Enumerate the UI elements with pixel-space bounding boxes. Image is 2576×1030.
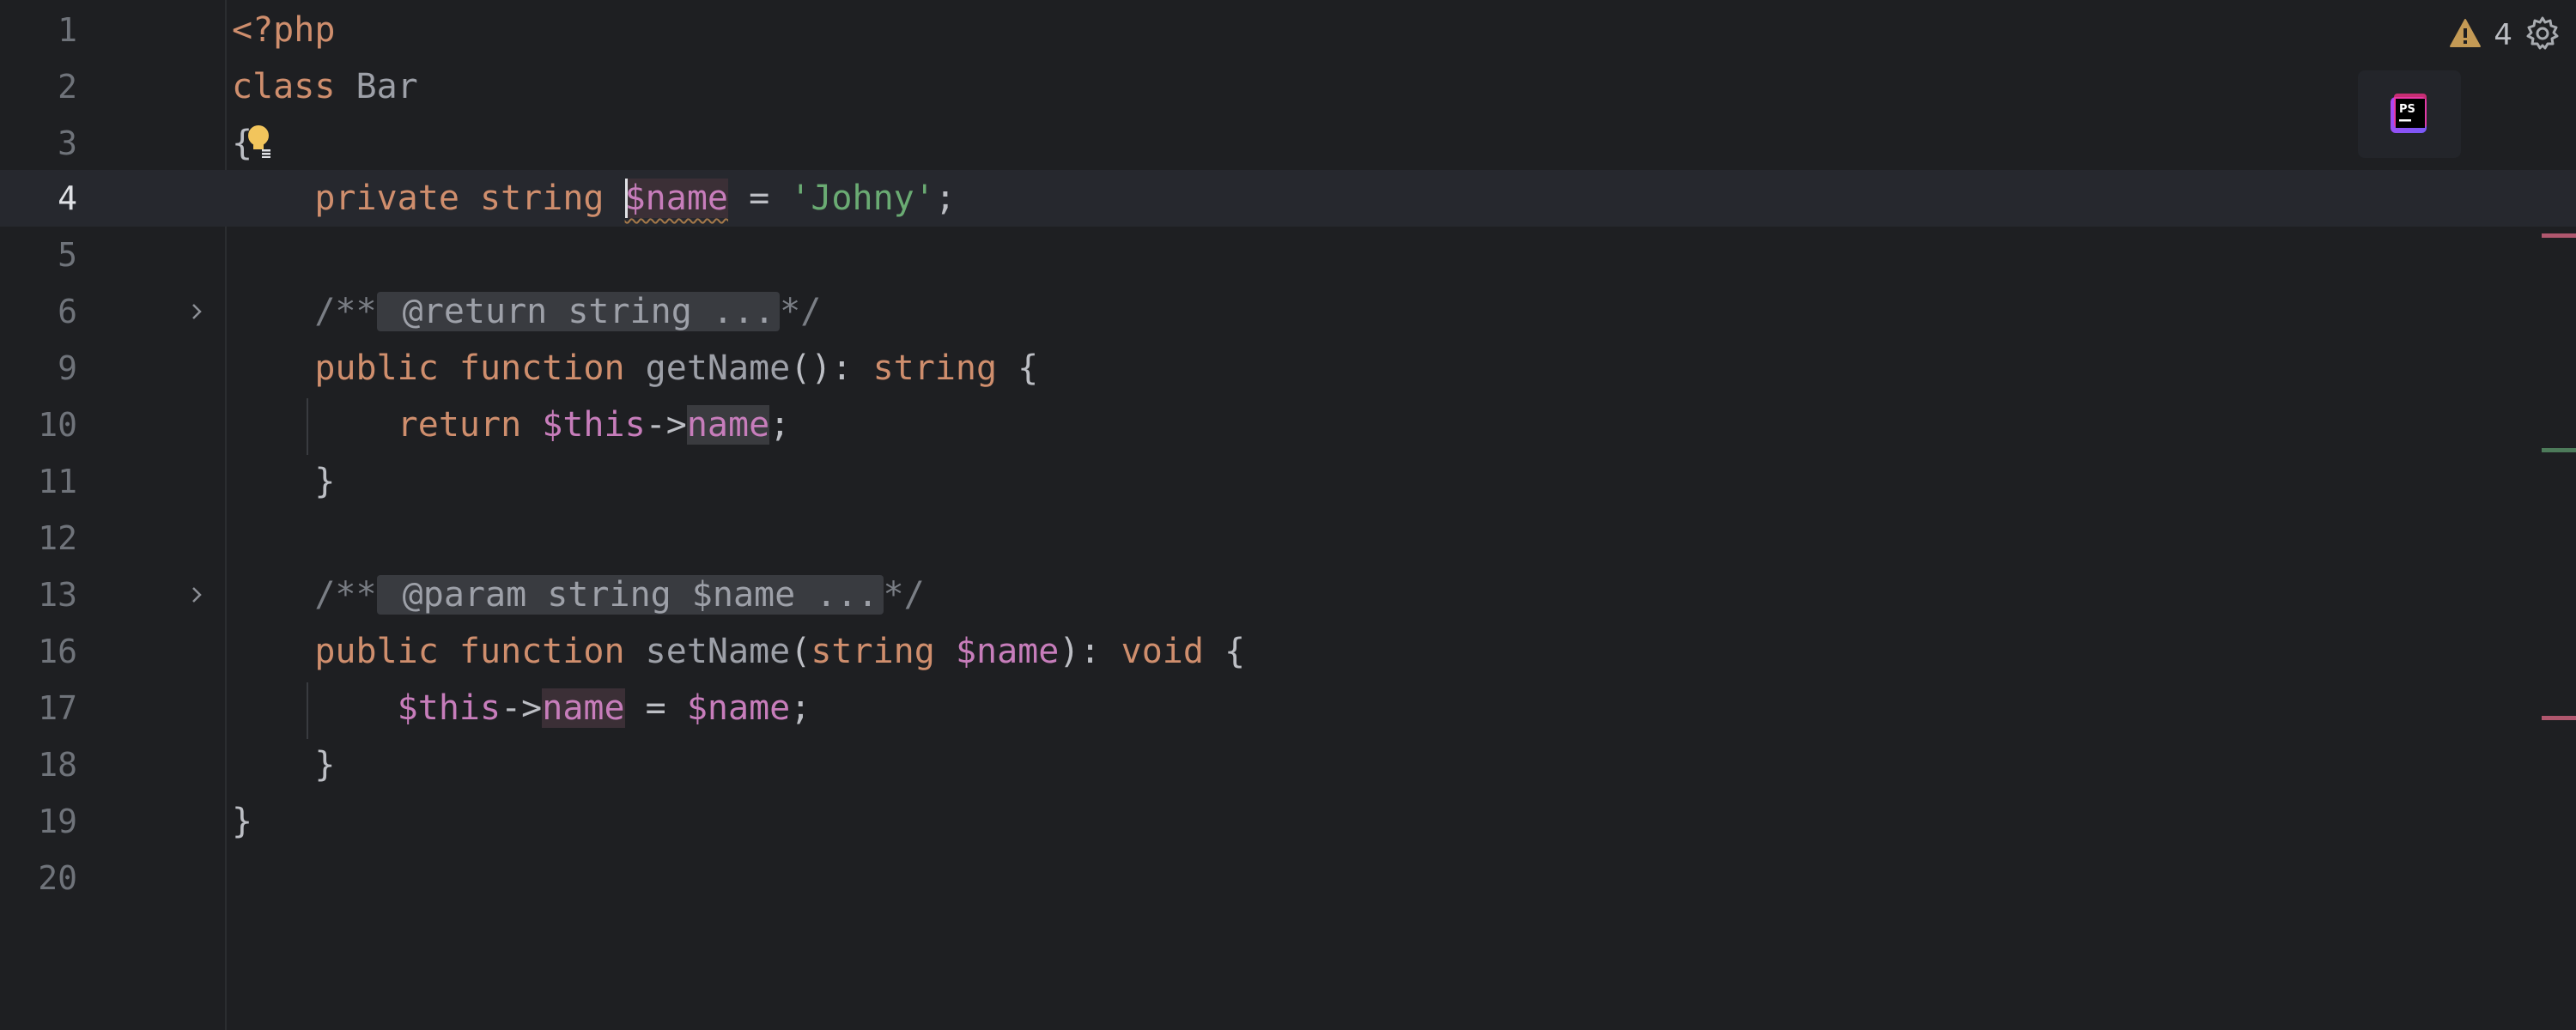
- warning-count: 4: [2494, 18, 2512, 52]
- code-text: public function getName(): string {: [314, 348, 1039, 388]
- code-line: 1 <?php: [0, 2, 2576, 58]
- code-line: 11 }: [0, 453, 2576, 510]
- code-text: }: [314, 462, 336, 501]
- error-stripe-marker[interactable]: [2542, 233, 2576, 238]
- line-number: 1: [58, 11, 77, 49]
- code-line: 2 class Bar: [0, 58, 2576, 115]
- code-line: 17 $this->name = $name;: [0, 680, 2576, 736]
- code-text: /** @return string ... */: [314, 292, 822, 331]
- line-number: 18: [38, 746, 77, 784]
- code-text: private string $name = 'Johny';: [314, 179, 956, 218]
- code-text: public function setName(string $name): v…: [314, 632, 1246, 671]
- code-text: return $this->name;: [397, 405, 791, 445]
- line-number: 4: [58, 179, 77, 217]
- code-line: 5: [0, 227, 2576, 283]
- code-line: 6 /** @return string ... */: [0, 283, 2576, 340]
- line-number: 17: [38, 689, 77, 727]
- line-number: 19: [38, 803, 77, 840]
- folded-doc-comment[interactable]: @return string ...: [376, 292, 781, 331]
- line-number: 2: [58, 68, 77, 106]
- line-number: 9: [58, 349, 77, 387]
- code-line: 3 {: [0, 115, 2576, 172]
- fold-expand-icon[interactable]: [185, 584, 208, 606]
- line-number: 12: [38, 519, 77, 557]
- warning-triangle-icon: [2449, 18, 2482, 52]
- code-text: /** @param string $name ... */: [314, 575, 925, 615]
- code-line: 12: [0, 510, 2576, 566]
- code-text: $this->name = $name;: [397, 688, 811, 728]
- line-number: 3: [58, 124, 77, 162]
- text-caret: [624, 179, 628, 218]
- phpstorm-logo: PS: [2358, 70, 2461, 158]
- code-text: <?php: [232, 10, 336, 50]
- code-line: 13 /** @param string $name ... */: [0, 566, 2576, 623]
- code-line: 9 public function getName(): string {: [0, 340, 2576, 397]
- line-number: 16: [38, 633, 77, 670]
- fold-expand-icon[interactable]: [185, 300, 208, 323]
- code-line: 18 }: [0, 736, 2576, 793]
- error-stripe-marker[interactable]: [2542, 448, 2576, 452]
- line-number: 20: [38, 859, 77, 897]
- line-number: 10: [38, 406, 77, 444]
- code-text: class Bar: [232, 67, 418, 106]
- inspection-widget[interactable]: 4: [2449, 15, 2561, 55]
- logo-text: PS: [2399, 103, 2415, 116]
- code-line-current: 4 private string $name = 'Johny';: [0, 170, 2576, 227]
- line-number: 13: [38, 576, 77, 614]
- code-text: }: [232, 802, 253, 841]
- error-stripe-marker[interactable]: [2542, 716, 2576, 720]
- code-text: }: [314, 745, 336, 785]
- line-number: 11: [38, 463, 77, 500]
- code-editor[interactable]: 1 <?php 2 class Bar 3 { 4 private string…: [0, 0, 2576, 1030]
- line-number: 6: [58, 293, 77, 330]
- lightbulb-icon[interactable]: [246, 124, 271, 158]
- code-line: 16 public function setName(string $name)…: [0, 623, 2576, 680]
- code-line: 10 return $this->name;: [0, 397, 2576, 453]
- code-line: 19 }: [0, 793, 2576, 850]
- code-line: 20: [0, 850, 2576, 906]
- line-number: 5: [58, 236, 77, 274]
- warned-variable: $name: [624, 179, 729, 218]
- folded-doc-comment[interactable]: @param string $name ...: [376, 575, 884, 615]
- gear-icon[interactable]: [2524, 15, 2561, 55]
